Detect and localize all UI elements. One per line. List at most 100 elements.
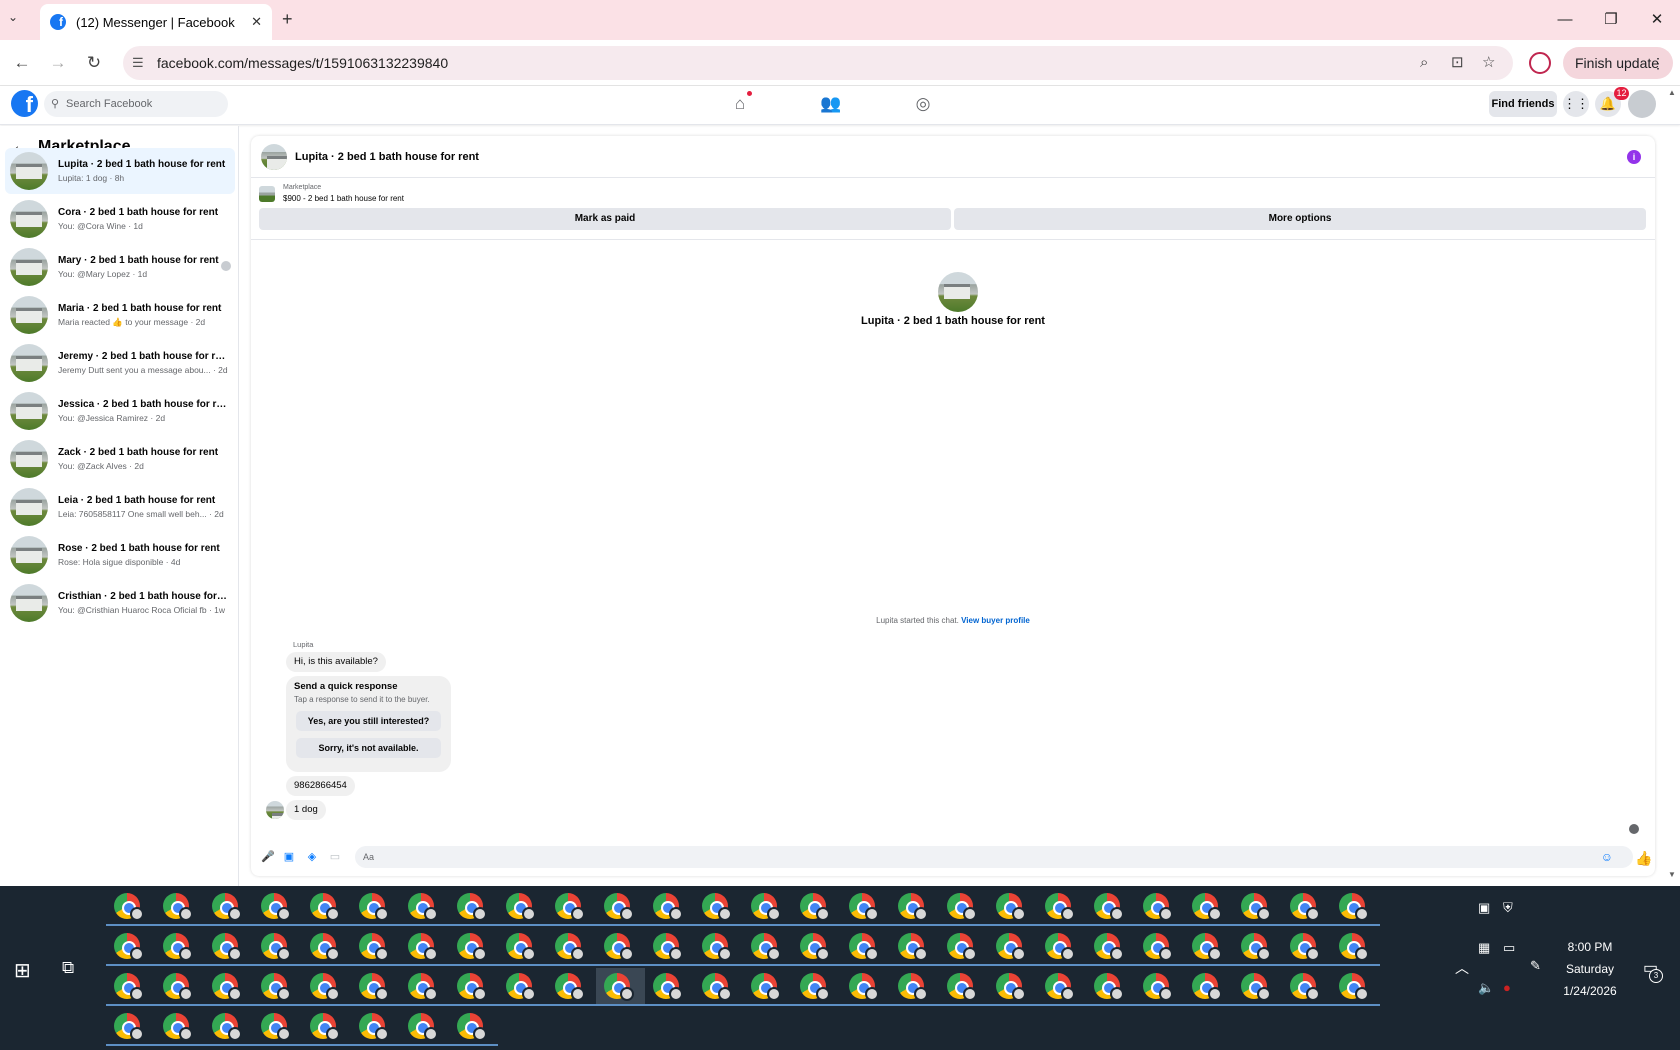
conversation-item[interactable]: Jeremy · 2 bed 1 bath house for rent Jere… [5,340,235,386]
chrome-taskbar-icon[interactable] [449,888,498,926]
new-tab-button[interactable]: + [282,9,293,30]
volume-icon[interactable]: 🔈 [1478,980,1494,996]
browser-tab-messenger[interactable]: f (12) Messenger | Facebook ✕ [40,4,272,40]
emoji-icon[interactable]: ☺ [1601,849,1613,865]
chrome-profile-icon[interactable] [1529,52,1551,74]
record-indicator-icon[interactable]: ● [1503,980,1511,995]
chrome-taskbar-icon[interactable] [449,968,498,1006]
meet-now-icon[interactable]: ▣ [1478,900,1490,916]
pen-icon[interactable]: ✎ [1530,958,1541,974]
clock-day[interactable]: Saturday [1548,962,1632,976]
message-input[interactable]: Aa ☺ [355,846,1633,868]
chrome-taskbar-icon[interactable] [1184,928,1233,966]
chrome-taskbar-icon[interactable] [1282,928,1331,966]
chrome-taskbar-icon[interactable] [204,928,253,966]
clock-time[interactable]: 8:00 PM [1548,940,1632,954]
info-icon[interactable]: i [1627,150,1641,164]
chrome-taskbar-icon[interactable] [106,928,155,966]
chrome-taskbar-icon[interactable] [106,968,155,1006]
show-hidden-icons-chevron-icon[interactable]: ︿ [1455,958,1469,978]
menu-grid-icon[interactable]: ⋮⋮ [1563,91,1589,117]
chrome-taskbar-icon[interactable] [253,928,302,966]
conversation-item[interactable]: Leia · 2 bed 1 bath house for rent Leia: … [5,484,235,530]
chrome-taskbar-icon[interactable] [841,928,890,966]
chrome-taskbar-icon[interactable] [204,888,253,926]
quick-response-yes-button[interactable]: Yes, are you still interested? [296,711,441,731]
chrome-taskbar-icon[interactable] [694,968,743,1006]
chrome-taskbar-icon[interactable] [302,888,351,926]
forward-button[interactable]: → [46,51,70,75]
chrome-taskbar-icon[interactable] [743,928,792,966]
chrome-taskbar-icon[interactable] [400,1008,449,1046]
chrome-taskbar-icon[interactable] [498,968,547,1006]
chrome-taskbar-icon[interactable] [1282,968,1331,1006]
microphone-icon[interactable]: 🎤 [261,851,275,863]
chrome-taskbar-icon[interactable] [351,888,400,926]
chrome-taskbar-icon[interactable] [1135,968,1184,1006]
chrome-taskbar-icon[interactable] [1233,888,1282,926]
find-friends-button[interactable]: Find friends [1489,91,1557,117]
listing-thumbnail[interactable] [259,186,275,202]
chrome-taskbar-icon[interactable] [302,1008,351,1046]
chrome-taskbar-icon[interactable] [253,968,302,1006]
chrome-taskbar-icon[interactable] [253,1008,302,1046]
chat-title[interactable]: Lupita · 2 bed 1 bath house for rent [295,151,479,163]
clock-date[interactable]: 1/24/2026 [1548,984,1632,998]
install-app-icon[interactable]: ⊡ [1451,46,1464,80]
chrome-taskbar-icon[interactable] [498,888,547,926]
chrome-taskbar-icon[interactable] [400,928,449,966]
conversation-item[interactable]: Jessica · 2 bed 1 bath house for rent You… [5,388,235,434]
chrome-taskbar-icon[interactable] [596,928,645,966]
chrome-taskbar-icon[interactable] [1331,968,1380,1006]
chrome-taskbar-icon[interactable] [1037,888,1086,926]
chrome-taskbar-icon[interactable] [1282,888,1331,926]
message-bubble[interactable]: Hi, is this available? [286,652,386,672]
chrome-taskbar-icon[interactable] [645,928,694,966]
security-shield-icon[interactable]: ⛨ [1503,900,1513,916]
chrome-taskbar-icon[interactable] [547,928,596,966]
chrome-taskbar-icon[interactable] [547,968,596,1006]
chrome-taskbar-icon[interactable] [694,928,743,966]
chrome-taskbar-icon[interactable] [890,968,939,1006]
chrome-taskbar-icon[interactable] [302,968,351,1006]
chrome-taskbar-icon[interactable] [1233,928,1282,966]
scrollbar-down-arrow-icon[interactable]: ▼ [1668,870,1676,879]
more-options-button[interactable]: More options [954,208,1646,230]
sender-avatar[interactable] [266,801,284,819]
chrome-taskbar-icon[interactable] [1331,888,1380,926]
facebook-search-input[interactable]: ⚲ Search Facebook [44,91,228,117]
chrome-taskbar-icon[interactable] [792,968,841,1006]
conversation-item[interactable]: Lupita · 2 bed 1 bath house for rent Lupi… [5,148,235,194]
chrome-taskbar-icon[interactable] [204,1008,253,1046]
chrome-taskbar-icon[interactable] [351,968,400,1006]
address-bar[interactable]: ☰ facebook.com/messages/t/15910631322398… [123,46,1513,80]
chrome-taskbar-icon[interactable] [253,888,302,926]
chrome-taskbar-icon[interactable] [204,968,253,1006]
chrome-taskbar-icon[interactable] [890,928,939,966]
scrollbar-up-arrow-icon[interactable]: ▲ [1668,88,1676,97]
groups-icon[interactable]: ◎ [910,91,936,117]
chrome-taskbar-icon[interactable] [155,888,204,926]
display-icon[interactable]: ▭ [1503,940,1515,956]
chrome-taskbar-icon[interactable] [841,968,890,1006]
chrome-taskbar-icon[interactable] [939,968,988,1006]
chrome-taskbar-icon[interactable] [1037,968,1086,1006]
facebook-logo-icon[interactable]: f [11,90,38,117]
chrome-taskbar-icon[interactable] [351,1008,400,1046]
task-view-icon[interactable]: ⧉ [62,958,74,978]
chrome-taskbar-icon[interactable] [890,888,939,926]
chrome-taskbar-icon[interactable] [694,888,743,926]
message-bubble[interactable]: 1 dog [286,800,326,820]
network-app-icon[interactable]: ▦ [1478,940,1490,956]
chrome-taskbar-icon[interactable] [155,1008,204,1046]
chrome-taskbar-icon[interactable] [1184,968,1233,1006]
close-window-button[interactable]: ✕ [1642,8,1672,32]
chrome-taskbar-icon[interactable] [1135,888,1184,926]
message-bubble[interactable]: 9862866454 [286,776,355,796]
listing-description[interactable]: $900 - 2 bed 1 bath house for rent [283,194,404,203]
chrome-taskbar-icon[interactable] [1037,928,1086,966]
chrome-taskbar-icon[interactable] [1086,928,1135,966]
chrome-taskbar-icon[interactable] [939,928,988,966]
chrome-taskbar-icon[interactable] [400,888,449,926]
view-buyer-profile-link[interactable]: View buyer profile [961,616,1030,625]
